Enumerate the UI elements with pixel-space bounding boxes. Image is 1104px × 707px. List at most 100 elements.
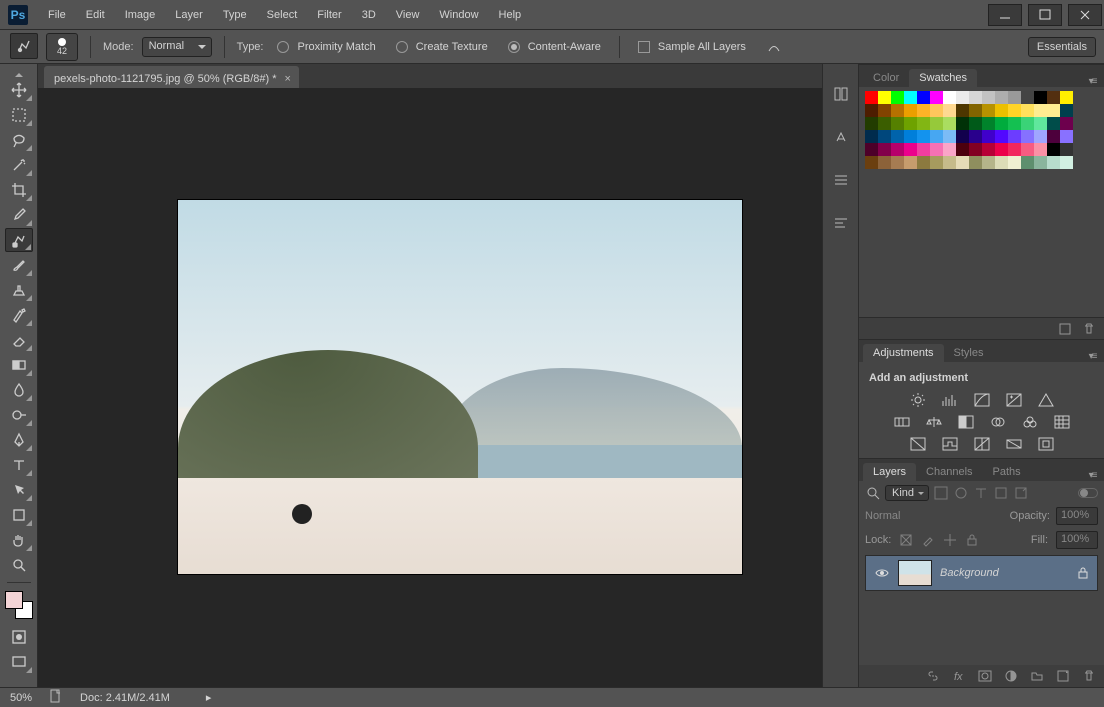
pressure-icon[interactable] [760, 39, 788, 55]
brush-preset-picker[interactable]: 42 [46, 33, 78, 61]
menu-window[interactable]: Window [429, 3, 488, 27]
swatch[interactable] [956, 117, 969, 130]
adj-invert-icon[interactable] [909, 436, 927, 452]
swatch[interactable] [969, 156, 982, 169]
hand-tool[interactable] [5, 528, 33, 552]
lock-transparent-icon[interactable] [899, 533, 913, 547]
gradient-tool[interactable] [5, 353, 33, 377]
magic-wand-tool[interactable] [5, 153, 33, 177]
swatch[interactable] [917, 143, 930, 156]
swatch[interactable] [891, 117, 904, 130]
adj-threshold-icon[interactable] [973, 436, 991, 452]
swatch[interactable] [982, 117, 995, 130]
panel-menu-icon[interactable]: ▾≡ [1086, 351, 1104, 362]
menu-layer[interactable]: Layer [165, 3, 213, 27]
swatch[interactable] [1060, 104, 1073, 117]
menu-3d[interactable]: 3D [352, 3, 386, 27]
swatch[interactable] [982, 91, 995, 104]
swatch[interactable] [1060, 143, 1073, 156]
swatch[interactable] [1034, 91, 1047, 104]
swatch[interactable] [891, 143, 904, 156]
eraser-tool[interactable] [5, 328, 33, 352]
panel-menu-icon[interactable]: ▾≡ [1086, 470, 1104, 481]
visibility-toggle-icon[interactable] [874, 565, 890, 581]
swatch[interactable] [1060, 156, 1073, 169]
swatch[interactable] [904, 104, 917, 117]
swatch[interactable] [956, 130, 969, 143]
swatch[interactable] [943, 143, 956, 156]
filter-toggle[interactable] [1078, 488, 1098, 498]
menu-help[interactable]: Help [489, 3, 532, 27]
swatch[interactable] [995, 117, 1008, 130]
adj-balance-icon[interactable] [925, 414, 943, 430]
swatch[interactable] [995, 156, 1008, 169]
swatch[interactable] [930, 156, 943, 169]
swatch[interactable] [1008, 143, 1021, 156]
lock-paint-icon[interactable] [921, 533, 935, 547]
adjustment-layer-icon[interactable] [1004, 669, 1018, 683]
new-group-icon[interactable] [1030, 669, 1044, 683]
swatch[interactable] [1008, 130, 1021, 143]
swatch[interactable] [904, 91, 917, 104]
swatch[interactable] [1021, 104, 1034, 117]
clone-stamp-tool[interactable] [5, 278, 33, 302]
swatch[interactable] [969, 117, 982, 130]
adj-bw-icon[interactable] [957, 414, 975, 430]
canvas-viewport[interactable] [38, 88, 822, 687]
swatch[interactable] [865, 130, 878, 143]
current-tool-icon[interactable] [10, 33, 38, 59]
tab-adjustments[interactable]: Adjustments [863, 344, 944, 362]
menu-type[interactable]: Type [213, 3, 257, 27]
adj-posterize-icon[interactable] [941, 436, 959, 452]
zoom-tool[interactable] [5, 553, 33, 577]
adj-photo-filter-icon[interactable] [989, 414, 1007, 430]
swatch[interactable] [1060, 91, 1073, 104]
blend-mode-dropdown[interactable]: Normal [865, 510, 1004, 522]
maximize-button[interactable] [1028, 4, 1062, 26]
swatch[interactable] [865, 156, 878, 169]
swatch[interactable] [930, 91, 943, 104]
tab-swatches[interactable]: Swatches [909, 69, 977, 87]
dock-icon[interactable] [833, 172, 849, 191]
mode-dropdown[interactable]: Normal [142, 37, 212, 57]
lock-position-icon[interactable] [943, 533, 957, 547]
swatch[interactable] [943, 117, 956, 130]
swatch[interactable] [904, 156, 917, 169]
close-button[interactable] [1068, 4, 1102, 26]
type-tool[interactable] [5, 453, 33, 477]
swatch[interactable] [891, 91, 904, 104]
menu-filter[interactable]: Filter [307, 3, 351, 27]
swatch[interactable] [1021, 143, 1034, 156]
swatch[interactable] [917, 156, 930, 169]
swatch[interactable] [956, 104, 969, 117]
swatch[interactable] [904, 117, 917, 130]
adj-vibrance-icon[interactable] [1037, 392, 1055, 408]
delete-layer-icon[interactable] [1082, 669, 1096, 683]
layer-name[interactable]: Background [940, 567, 999, 579]
history-brush-tool[interactable] [5, 303, 33, 327]
swatch[interactable] [1008, 156, 1021, 169]
swatch[interactable] [1021, 130, 1034, 143]
swatch[interactable] [891, 104, 904, 117]
swatch[interactable] [865, 143, 878, 156]
layer-filter-kind[interactable]: Kind [885, 485, 929, 501]
swatch[interactable] [982, 156, 995, 169]
swatch[interactable] [1047, 104, 1060, 117]
adj-curves-icon[interactable] [973, 392, 991, 408]
swatch[interactable] [943, 156, 956, 169]
foreground-color-swatch[interactable] [5, 591, 23, 609]
tab-paths[interactable]: Paths [983, 463, 1031, 481]
layer-mask-icon[interactable] [978, 669, 992, 683]
swatch[interactable] [956, 143, 969, 156]
layer-thumbnail[interactable] [898, 560, 932, 586]
swatch[interactable] [1047, 91, 1060, 104]
filter-pixel-icon[interactable] [933, 485, 949, 501]
swatch[interactable] [943, 104, 956, 117]
tab-styles[interactable]: Styles [944, 344, 994, 362]
checkbox-sample-all[interactable]: Sample All Layers [632, 41, 752, 53]
doc-size[interactable]: Doc: 2.41M/2.41M [80, 692, 170, 704]
swatch[interactable] [1034, 156, 1047, 169]
swatch[interactable] [930, 104, 943, 117]
adj-exposure-icon[interactable] [1005, 392, 1023, 408]
swatch[interactable] [917, 91, 930, 104]
